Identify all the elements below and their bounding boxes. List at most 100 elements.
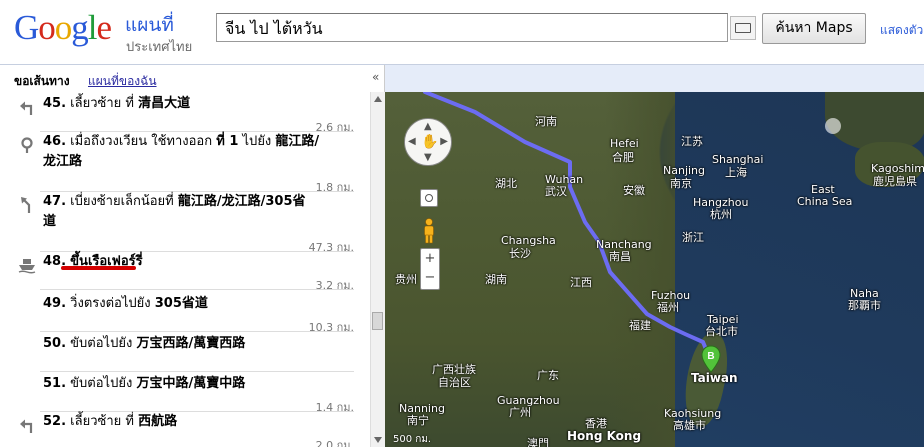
toolbar: ขอเส้นทาง แผนที่ของฉัน « bbox=[0, 64, 924, 92]
map-label: 长沙 bbox=[509, 247, 531, 260]
step-text: 50. ขับต่อไปยัง 万宝西路/萬寶西路 bbox=[43, 334, 343, 354]
step-number: 51. bbox=[43, 376, 67, 391]
zoom-in-button[interactable]: + bbox=[421, 249, 439, 268]
map-label: 合肥 bbox=[612, 151, 634, 164]
step-number: 49. bbox=[43, 296, 67, 311]
map-label: 广州 bbox=[509, 406, 531, 419]
destination-marker-icon[interactable]: B bbox=[701, 345, 721, 373]
roundabout-icon bbox=[18, 136, 36, 154]
map-canvas[interactable]: 河南 Hefei 合肥 江苏 Shanghai 上海 Nanjing 南京 Wuhan 武汉 湖北安… bbox=[385, 92, 924, 447]
step-road: 万宝中路/萬寶中路 bbox=[136, 376, 246, 391]
map-label: Kagoshima bbox=[871, 162, 924, 175]
step-number: 50. bbox=[43, 336, 67, 351]
svg-text:B: B bbox=[707, 351, 714, 362]
scroll-down-icon[interactable] bbox=[374, 437, 382, 443]
hand-icon: ✋ bbox=[421, 134, 439, 150]
step-text: 47. เบี่ยงซ้ายเล็กน้อยที่ 龍江路/龙江路/305省道 bbox=[43, 192, 343, 232]
map-label: 南京 bbox=[670, 177, 692, 190]
direction-step[interactable]: 50. ขับต่อไปยัง 万宝西路/萬寶西路 bbox=[0, 332, 370, 372]
step-road: 万宝西路/萬寶西路 bbox=[136, 336, 246, 351]
map-label: 南昌 bbox=[609, 250, 631, 263]
map-label: 福州 bbox=[657, 301, 679, 314]
map-label: 广东 bbox=[537, 369, 559, 382]
step-number: 47. bbox=[43, 194, 67, 209]
tab-directions[interactable]: ขอเส้นทาง bbox=[14, 72, 70, 91]
map-label: 高雄市 bbox=[673, 419, 706, 432]
step-road: ที่ 1 bbox=[216, 134, 239, 149]
pan-down-icon[interactable]: ▼ bbox=[424, 152, 432, 163]
zoom-control[interactable]: + − bbox=[420, 248, 440, 290]
pan-left-icon[interactable]: ◀ bbox=[408, 136, 416, 147]
tab-my-maps[interactable]: แผนที่ของฉัน bbox=[88, 72, 157, 91]
map-label: 河南 bbox=[535, 115, 557, 128]
step-text: 49. วิ่งตรงต่อไปยัง 305省道 bbox=[43, 294, 343, 314]
directions-list: 45. เลี้ยวซ้าย ที่ 清昌大道 2.6 กม. 46. เมื่อถ… bbox=[0, 92, 370, 447]
map-label: 贵州 bbox=[395, 273, 417, 286]
map-label: Hong Kong bbox=[567, 429, 642, 443]
direction-step[interactable]: 49. วิ่งตรงต่อไปยัง 305省道 10.3 กม. bbox=[0, 292, 370, 334]
keyboard-icon[interactable] bbox=[730, 16, 756, 40]
scroll-up-icon[interactable] bbox=[374, 96, 382, 102]
step-text: 51. ขับต่อไปยัง 万宝中路/萬寶中路 bbox=[43, 374, 343, 394]
scroll-thumb[interactable] bbox=[372, 312, 383, 330]
ferry-icon bbox=[18, 256, 36, 274]
step-road: 305省道 bbox=[154, 296, 208, 311]
sidebar-header: ขอเส้นทาง แผนที่ของฉัน « bbox=[0, 65, 385, 92]
highlight-underline bbox=[61, 266, 136, 270]
step-road: 西航路 bbox=[138, 414, 178, 429]
turn-left-icon bbox=[18, 98, 36, 116]
map-label: 湖北 bbox=[495, 177, 517, 190]
step-instruction: เมื่อถึงวงเวียน ใช้ทางออก bbox=[70, 134, 217, 149]
step-instruction: เบี่ยงซ้ายเล็กน้อยที่ bbox=[70, 194, 178, 209]
step-text: 52. เลี้ยวซ้าย ที่ 西航路 bbox=[43, 412, 343, 432]
map-label: 杭州 bbox=[710, 208, 732, 221]
step-road: 道 bbox=[43, 214, 57, 229]
sidebar-scrollbar[interactable] bbox=[370, 92, 385, 447]
direction-step[interactable]: 47. เบี่ยงซ้ายเล็กน้อยที่ 龍江路/龙江路/305省道 4… bbox=[0, 190, 370, 254]
header: Google แผนที่ ประเทศไทย จีน ไป ไต้หวัน ค… bbox=[0, 0, 924, 64]
step-text: 45. เลี้ยวซ้าย ที่ 清昌大道 bbox=[43, 94, 343, 114]
zoom-out-button[interactable]: − bbox=[421, 268, 439, 287]
map-label: 江西 bbox=[570, 276, 592, 289]
search-input[interactable]: จีน ไป ไต้หวัน bbox=[216, 13, 728, 42]
map-label: 鹿児島県 bbox=[873, 175, 917, 188]
step-road: 清昌大道 bbox=[138, 96, 191, 111]
slight-left-icon bbox=[18, 196, 36, 214]
show-link[interactable]: แสดงตัว bbox=[880, 21, 923, 40]
map-label: 南宁 bbox=[407, 414, 429, 427]
map-label: Nanjing bbox=[663, 164, 706, 177]
step-instruction: วิ่งตรงต่อไปยัง bbox=[70, 296, 155, 311]
direction-step[interactable]: 51. ขับต่อไปยัง 万宝中路/萬寶中路 1.4 กม. bbox=[0, 372, 370, 414]
map-label: Taiwan bbox=[691, 371, 738, 385]
map-label: China Sea bbox=[797, 195, 853, 208]
step-text: 46. เมื่อถึงวงเวียน ใช้ทางออก ที่ 1 ไปยั… bbox=[43, 132, 343, 172]
direction-step[interactable]: 46. เมื่อถึงวงเวียน ใช้ทางออก ที่ 1 ไปยั… bbox=[0, 130, 370, 194]
turn-left-icon bbox=[18, 416, 36, 434]
map-label: 澳門 bbox=[527, 437, 549, 447]
map-label: 安徽 bbox=[623, 184, 645, 197]
pegman-icon[interactable] bbox=[422, 218, 436, 244]
circle-icon bbox=[425, 194, 433, 202]
direction-step[interactable]: 48. ขึ้นเรือเฟอร์รี่ 3.2 กม. bbox=[0, 250, 370, 292]
map-label: 上海 bbox=[725, 166, 747, 179]
step-number: 52. bbox=[43, 414, 67, 429]
map-label: Shanghai bbox=[712, 153, 764, 166]
search-maps-button[interactable]: ค้นหา Maps bbox=[762, 13, 866, 44]
scale-bar: 500 กม. bbox=[393, 434, 432, 445]
map-label: 那覇市 bbox=[848, 299, 881, 312]
collapse-panel-icon[interactable]: « bbox=[372, 70, 379, 84]
step-instruction: ขับต่อไปยัง bbox=[70, 376, 137, 391]
pan-control[interactable]: ▲ ◀ ✋ ▶ ▼ bbox=[404, 118, 452, 166]
direction-step[interactable]: 45. เลี้ยวซ้าย ที่ 清昌大道 2.6 กม. bbox=[0, 92, 370, 134]
zoom-to-fit-button[interactable] bbox=[420, 189, 438, 207]
pan-right-icon[interactable]: ▶ bbox=[440, 136, 448, 147]
map-label: Changsha bbox=[501, 234, 556, 247]
pan-up-icon[interactable]: ▲ bbox=[424, 121, 432, 132]
step-instruction: ขับต่อไปยัง bbox=[70, 336, 137, 351]
step-road: 龙江路 bbox=[43, 154, 83, 169]
direction-step[interactable]: 52. เลี้ยวซ้าย ที่ 西航路 2.0 กม. bbox=[0, 410, 370, 447]
route-line bbox=[423, 92, 710, 356]
step-road: 龍江路/ bbox=[275, 134, 320, 149]
google-logo[interactable]: Google bbox=[14, 10, 112, 46]
step-divider bbox=[40, 289, 354, 290]
